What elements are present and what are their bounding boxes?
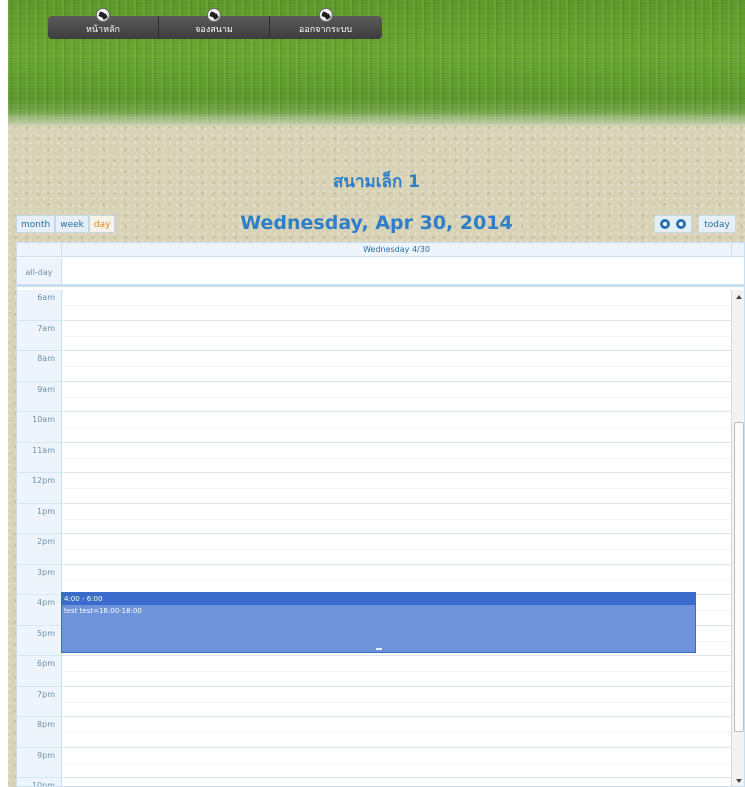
hour-row: 7pm <box>17 686 744 717</box>
hour-row: 10am <box>17 412 744 443</box>
allday-slot[interactable] <box>61 258 744 287</box>
hour-label: 9pm <box>17 747 61 778</box>
field-title: สนามเล็ก 1 <box>332 172 421 192</box>
circle-next-icon[interactable] <box>676 219 686 229</box>
top-nav: หน้าหลัก จองสนาม ออกจากระบบ <box>48 8 382 39</box>
day-calendar: Wednesday 4/30 all-day 6am 7am 8am 9am 1… <box>16 242 745 787</box>
hour-label: 1pm <box>17 503 61 534</box>
header-corner <box>17 243 61 257</box>
time-slot[interactable] <box>61 412 731 443</box>
hour-label: 6am <box>17 290 61 321</box>
prev-next-group <box>654 215 692 233</box>
day-header: Wednesday 4/30 <box>61 243 731 257</box>
grass-edge <box>8 112 745 126</box>
soccer-ball-icon <box>96 8 110 22</box>
hour-label: 8am <box>17 351 61 382</box>
time-slot[interactable] <box>61 381 731 412</box>
scroll-up-arrow-icon[interactable] <box>736 295 742 299</box>
time-slot[interactable] <box>61 503 731 534</box>
nav-item-home[interactable]: หน้าหลัก <box>48 8 159 39</box>
hour-row: 9am <box>17 381 744 412</box>
hour-row: 8am <box>17 351 744 382</box>
calendar-event[interactable]: 4:00 - 6:00 test test=16:00-18:00 <box>61 592 696 653</box>
hour-label: 7am <box>17 320 61 351</box>
hour-row: 10pm <box>17 778 744 786</box>
hour-row: 9pm <box>17 747 744 778</box>
time-slot[interactable] <box>61 290 731 321</box>
nav-book-label: จองสนาม <box>195 25 233 35</box>
time-slot[interactable] <box>61 717 731 748</box>
time-slot[interactable] <box>61 564 731 595</box>
time-slot[interactable] <box>61 686 731 717</box>
nav-logout-label: ออกจากระบบ <box>298 25 353 35</box>
event-title: test test=16:00-18:00 <box>64 607 142 615</box>
time-slot[interactable] <box>61 351 731 382</box>
time-grid: 6am 7am 8am 9am 10am 11am 12pm 1pm 2pm 3… <box>17 290 744 786</box>
hour-row: 6am <box>17 290 744 321</box>
nav-item-book[interactable]: จองสนาม <box>159 8 270 39</box>
hour-label: 3pm <box>17 564 61 595</box>
hour-label: 5pm <box>17 625 61 656</box>
hour-row: 12pm <box>17 473 744 504</box>
hour-row: 11am <box>17 442 744 473</box>
hour-label: 10pm <box>17 778 61 786</box>
time-slot[interactable] <box>61 778 731 786</box>
allday-label: all-day <box>17 258 61 287</box>
hour-row: 2pm <box>17 534 744 565</box>
hour-label: 11am <box>17 442 61 473</box>
hour-row: 7am <box>17 320 744 351</box>
scroll-down-arrow-icon[interactable] <box>736 779 742 783</box>
hour-label: 7pm <box>17 686 61 717</box>
hour-row: 3pm <box>17 564 744 595</box>
calendar-nav: today <box>654 215 736 233</box>
nav-item-logout[interactable]: ออกจากระบบ <box>270 8 381 39</box>
calendar-scrollbar[interactable] <box>731 290 744 786</box>
hour-label: 6pm <box>17 656 61 687</box>
page-background: หน้าหลัก จองสนาม ออกจากระบบ สนามเล็ก 1 m… <box>8 0 745 787</box>
hour-label: 10am <box>17 412 61 443</box>
time-slot[interactable] <box>61 473 731 504</box>
header-corner-right <box>731 243 744 257</box>
soccer-ball-icon <box>318 8 333 22</box>
scroll-thumb[interactable] <box>734 422 744 732</box>
hour-label: 4pm <box>17 595 61 626</box>
circle-prev-icon[interactable] <box>660 219 670 229</box>
time-slot[interactable] <box>61 747 731 778</box>
soccer-ball-icon <box>207 8 221 22</box>
hour-row: 6pm <box>17 656 744 687</box>
time-slot[interactable] <box>61 534 731 565</box>
hour-row: 8pm <box>17 717 744 748</box>
hour-label: 12pm <box>17 473 61 504</box>
event-time: 4:00 - 6:00 <box>62 593 695 605</box>
hour-label: 2pm <box>17 534 61 565</box>
time-slot[interactable] <box>61 320 731 351</box>
time-slot[interactable] <box>61 656 731 687</box>
today-button[interactable]: today <box>698 215 736 233</box>
hour-row: 1pm <box>17 503 744 534</box>
hour-label: 9am <box>17 381 61 412</box>
event-resize-handle[interactable] <box>375 648 382 650</box>
calendar-title: Wednesday, Apr 30, 2014 <box>240 212 513 234</box>
nav-home-label: หน้าหลัก <box>85 25 121 35</box>
time-slot[interactable] <box>61 442 731 473</box>
hour-label: 8pm <box>17 717 61 748</box>
